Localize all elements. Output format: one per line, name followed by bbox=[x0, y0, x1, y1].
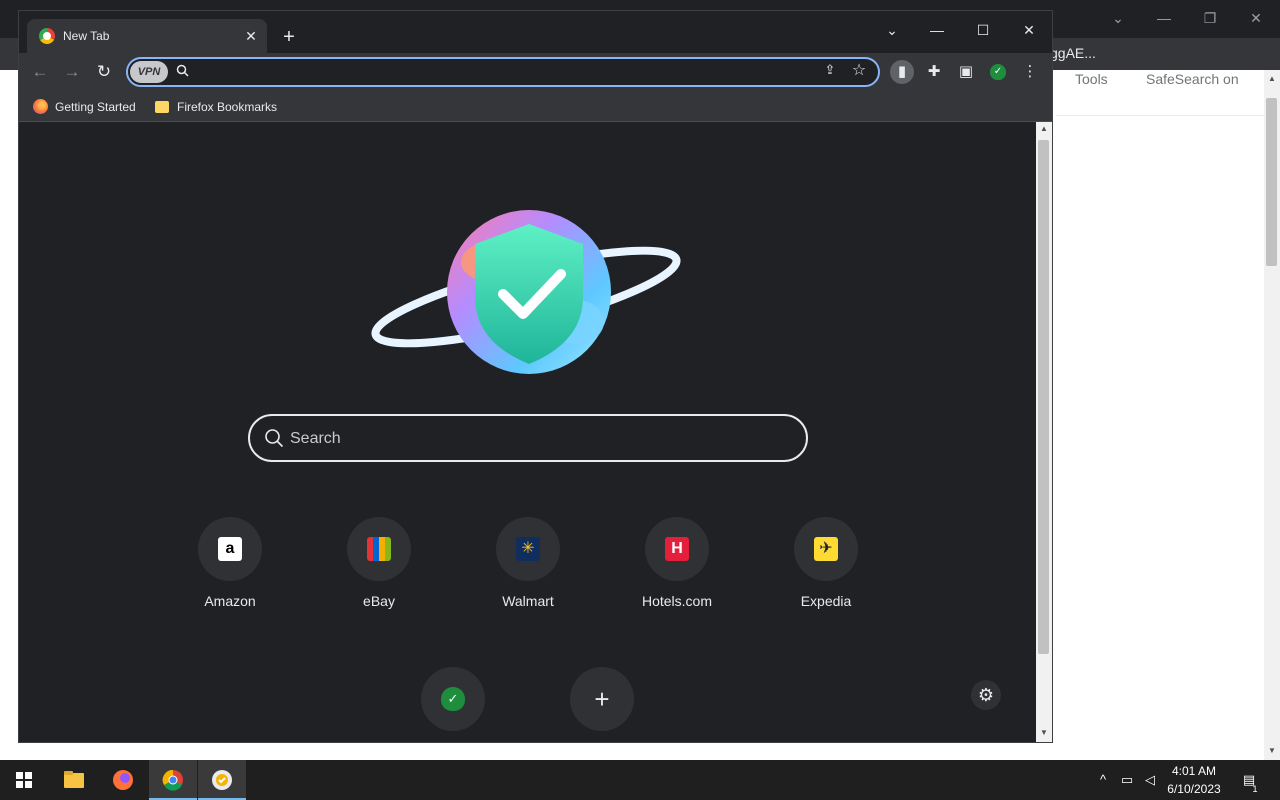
search-icon bbox=[264, 428, 284, 448]
vpn-shield-icon: ✓ bbox=[441, 687, 465, 711]
folder-icon bbox=[64, 771, 84, 788]
customize-settings-button[interactable]: ⚙ bbox=[971, 680, 1001, 710]
back-button[interactable]: ← bbox=[27, 59, 53, 85]
firefox-icon bbox=[113, 770, 133, 790]
volume-muted-icon[interactable]: ◁ bbox=[1140, 770, 1160, 790]
shortcut-label: Amazon bbox=[204, 593, 256, 609]
navigation-toolbar: ← → ↻ VPN ⇪ ☆ ▮ ✚ ▣ ✓ ⋮ bbox=[19, 53, 1052, 91]
clock-time[interactable]: 4:01 AM bbox=[1162, 764, 1226, 778]
vpn-browser-icon bbox=[212, 770, 232, 790]
tab-title: New Tab bbox=[63, 29, 110, 43]
shortcut-tile[interactable]: H bbox=[645, 517, 709, 581]
hotels-icon: H bbox=[665, 537, 689, 561]
windows-taskbar: ^ ▭ ◁ 4:01 AM 6/10/2023 ▤ 1 bbox=[0, 760, 1280, 800]
new-tab-page: a Amazon eBay ✳ Walmart H Hotels.com ✈ bbox=[19, 122, 1036, 742]
folder-icon bbox=[155, 101, 169, 113]
shortcut-tile[interactable]: a bbox=[198, 517, 262, 581]
tab-strip: New Tab ✕ + ⌄ — ☐ ✕ bbox=[19, 11, 1052, 53]
walmart-icon: ✳ bbox=[516, 537, 540, 561]
shortcut-hotels[interactable]: H Hotels.com bbox=[617, 517, 737, 627]
shortcut-walmart[interactable]: ✳ Walmart bbox=[468, 517, 588, 627]
shortcut-tile[interactable]: ✳ bbox=[496, 517, 560, 581]
page-scrollbar[interactable]: ▲ ▼ bbox=[1036, 122, 1052, 742]
shortcut-expedia[interactable]: ✈ Expedia bbox=[766, 517, 886, 627]
close-window-icon[interactable]: ✕ bbox=[1014, 17, 1044, 43]
shortcut-label: Hotels.com bbox=[641, 593, 713, 609]
bookmark-label: Firefox Bookmarks bbox=[177, 100, 278, 114]
chrome-icon bbox=[162, 769, 183, 791]
show-hidden-icons-icon[interactable]: ^ bbox=[1093, 770, 1113, 790]
scroll-down-icon[interactable]: ▼ bbox=[1038, 728, 1050, 737]
plus-icon: + bbox=[594, 684, 610, 714]
search-icon bbox=[176, 64, 192, 80]
file-explorer-button[interactable] bbox=[50, 760, 98, 800]
gear-icon: ⚙ bbox=[977, 685, 995, 705]
firefox-icon bbox=[33, 99, 48, 114]
clock-date[interactable]: 6/10/2023 bbox=[1162, 782, 1226, 796]
minimize-icon[interactable]: — bbox=[922, 17, 952, 43]
expedia-icon: ✈ bbox=[814, 537, 838, 561]
address-input[interactable] bbox=[198, 62, 758, 82]
browser-favicon-icon bbox=[39, 28, 55, 44]
share-icon[interactable]: ⇪ bbox=[820, 62, 840, 82]
tools-link[interactable]: Tools bbox=[1075, 71, 1108, 87]
bookmarks-bar: Getting Started Firefox Bookmarks bbox=[19, 91, 1052, 122]
shortcut-label: eBay bbox=[363, 593, 395, 609]
search-input[interactable] bbox=[290, 428, 790, 450]
tab-new-tab[interactable]: New Tab ✕ bbox=[27, 19, 267, 53]
vpn-badge[interactable]: VPN bbox=[130, 61, 168, 83]
minimize-icon[interactable]: — bbox=[1154, 8, 1174, 28]
shortcut-label: Walmart bbox=[502, 593, 554, 609]
extensions-puzzle-icon[interactable]: ✚ bbox=[922, 60, 946, 84]
vpn-shield-icon[interactable]: ✓ bbox=[986, 60, 1010, 84]
page-search-box[interactable] bbox=[248, 414, 808, 462]
tab-close-icon[interactable]: ✕ bbox=[241, 26, 261, 46]
maximize-icon[interactable]: ☐ bbox=[968, 17, 998, 43]
background-scroll-thumb[interactable] bbox=[1266, 98, 1277, 266]
close-icon[interactable]: ✕ bbox=[1246, 8, 1266, 28]
shortcut-ebay[interactable]: eBay bbox=[319, 517, 439, 627]
chrome-taskbar-button[interactable] bbox=[149, 760, 197, 800]
shield-planet-illustration bbox=[371, 210, 681, 374]
safesearch-link[interactable]: SafeSearch on bbox=[1146, 71, 1239, 87]
background-url-fragment[interactable]: ggAE... bbox=[1050, 45, 1096, 61]
scroll-up-icon[interactable]: ▲ bbox=[1038, 124, 1050, 133]
shortcut-label: Expedia bbox=[800, 593, 852, 609]
tab-search-icon[interactable]: ⌄ bbox=[877, 17, 907, 43]
vpn-browser-taskbar-button[interactable] bbox=[198, 760, 246, 800]
address-bar[interactable]: VPN ⇪ ☆ bbox=[126, 57, 880, 87]
side-panel-icon[interactable]: ▣ bbox=[954, 60, 978, 84]
shortcut-tile[interactable]: + bbox=[570, 667, 634, 731]
bookmark-firefox-bookmarks[interactable]: Firefox Bookmarks bbox=[155, 97, 277, 117]
page-scroll-thumb[interactable] bbox=[1038, 140, 1049, 654]
bookmark-label: Getting Started bbox=[55, 100, 136, 114]
shortcut-amazon[interactable]: a Amazon bbox=[170, 517, 290, 627]
firefox-taskbar-button[interactable] bbox=[99, 760, 147, 800]
shortcut-tile[interactable]: ✓ bbox=[421, 667, 485, 731]
new-tab-button[interactable]: + bbox=[277, 25, 301, 49]
start-button[interactable] bbox=[0, 760, 48, 800]
bookmark-getting-started[interactable]: Getting Started bbox=[33, 97, 136, 117]
shortcut-vpn[interactable]: ✓ bbox=[393, 667, 513, 731]
add-shortcut-button[interactable]: + bbox=[542, 667, 662, 731]
menu-icon[interactable]: ⋮ bbox=[1018, 60, 1042, 84]
reload-button[interactable]: ↻ bbox=[91, 59, 117, 85]
scroll-up-icon[interactable]: ▲ bbox=[1266, 74, 1278, 83]
scroll-down-icon[interactable]: ▼ bbox=[1266, 746, 1278, 755]
restore-icon[interactable]: ❐ bbox=[1200, 8, 1220, 28]
shortcut-tile[interactable] bbox=[347, 517, 411, 581]
windows-logo-icon bbox=[16, 772, 32, 788]
extension-icon[interactable]: ▮ bbox=[890, 60, 914, 84]
ebay-icon bbox=[367, 537, 391, 561]
bookmark-star-icon[interactable]: ☆ bbox=[848, 60, 870, 82]
shortcut-tile[interactable]: ✈ bbox=[794, 517, 858, 581]
network-icon[interactable]: ▭ bbox=[1117, 770, 1137, 790]
tab-search-icon[interactable]: ⌄ bbox=[1108, 8, 1128, 28]
forward-button[interactable]: → bbox=[59, 59, 85, 85]
amazon-icon: a bbox=[218, 537, 242, 561]
notification-count: 1 bbox=[1252, 784, 1258, 794]
browser-window: New Tab ✕ + ⌄ — ☐ ✕ ← → ↻ VPN ⇪ ☆ ▮ ✚ ▣ … bbox=[18, 10, 1053, 743]
